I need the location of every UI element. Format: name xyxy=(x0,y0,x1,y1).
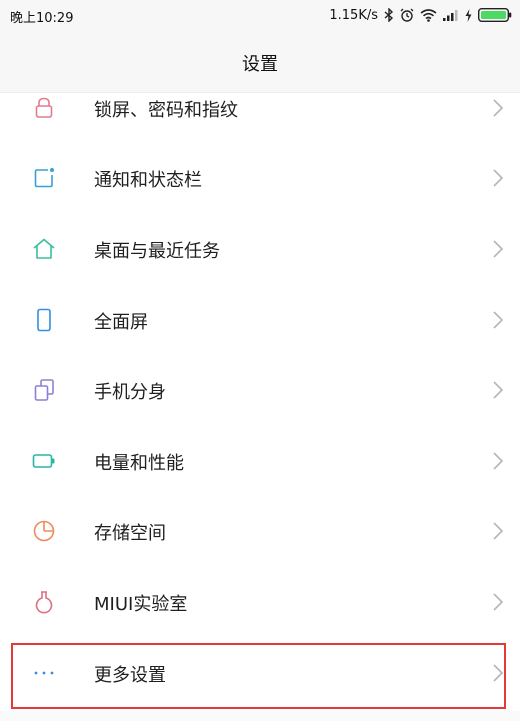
page-title: 设置 xyxy=(242,54,278,75)
settings-item-lock-screen[interactable]: 锁屏、密码和指纹 xyxy=(0,78,520,138)
alarm-icon xyxy=(400,8,414,22)
storage-icon xyxy=(31,518,57,544)
signal-icon xyxy=(443,9,459,21)
status-icons: 1.15K/s xyxy=(329,5,512,25)
settings-item-label: 手机分身 xyxy=(94,382,166,403)
lab-flask-icon xyxy=(31,589,57,615)
chevron-right-icon xyxy=(492,239,504,259)
settings-item-label: 锁屏、密码和指纹 xyxy=(94,100,238,121)
settings-item-storage[interactable]: 存储空间 xyxy=(0,501,520,561)
chevron-right-icon xyxy=(492,451,504,471)
settings-item-dual-apps[interactable]: 手机分身 xyxy=(0,360,520,420)
settings-item-label: 存储空间 xyxy=(94,523,166,544)
settings-item-label: 电量和性能 xyxy=(94,453,184,474)
settings-item-label: 全面屏 xyxy=(94,312,148,333)
settings-item-label: 通知和状态栏 xyxy=(94,170,202,191)
chevron-right-icon xyxy=(492,168,504,188)
home-icon xyxy=(31,236,57,262)
bottom-edge xyxy=(0,711,520,721)
settings-item-full-screen[interactable]: 全面屏 xyxy=(0,290,520,350)
chevron-right-icon xyxy=(492,98,504,118)
highlight-box xyxy=(11,643,506,709)
settings-item-label: 桌面与最近任务 xyxy=(94,241,220,262)
status-bar: 晚上10:29 1.15K/s xyxy=(0,0,520,30)
charging-icon xyxy=(465,8,472,22)
network-speed: 1.15K/s xyxy=(329,7,378,23)
chevron-right-icon xyxy=(492,521,504,541)
notification-icon xyxy=(31,165,57,191)
battery-icon xyxy=(31,448,57,474)
wifi-icon xyxy=(420,8,437,22)
phone-icon xyxy=(31,307,57,333)
chevron-right-icon xyxy=(492,592,504,612)
settings-item-battery[interactable]: 电量和性能 xyxy=(0,431,520,491)
battery-status-icon xyxy=(478,8,512,22)
status-time: 晚上10:29 xyxy=(10,11,74,26)
dual-apps-icon xyxy=(31,377,57,403)
settings-item-notifications[interactable]: 通知和状态栏 xyxy=(0,148,520,208)
bluetooth-icon xyxy=(384,8,394,22)
settings-item-miui-lab[interactable]: MIUI实验室 xyxy=(0,572,520,632)
lock-icon xyxy=(31,95,57,121)
settings-item-home-screen[interactable]: 桌面与最近任务 xyxy=(0,219,520,279)
chevron-right-icon xyxy=(492,310,504,330)
settings-item-label: MIUI实验室 xyxy=(94,594,188,615)
chevron-right-icon xyxy=(492,380,504,400)
